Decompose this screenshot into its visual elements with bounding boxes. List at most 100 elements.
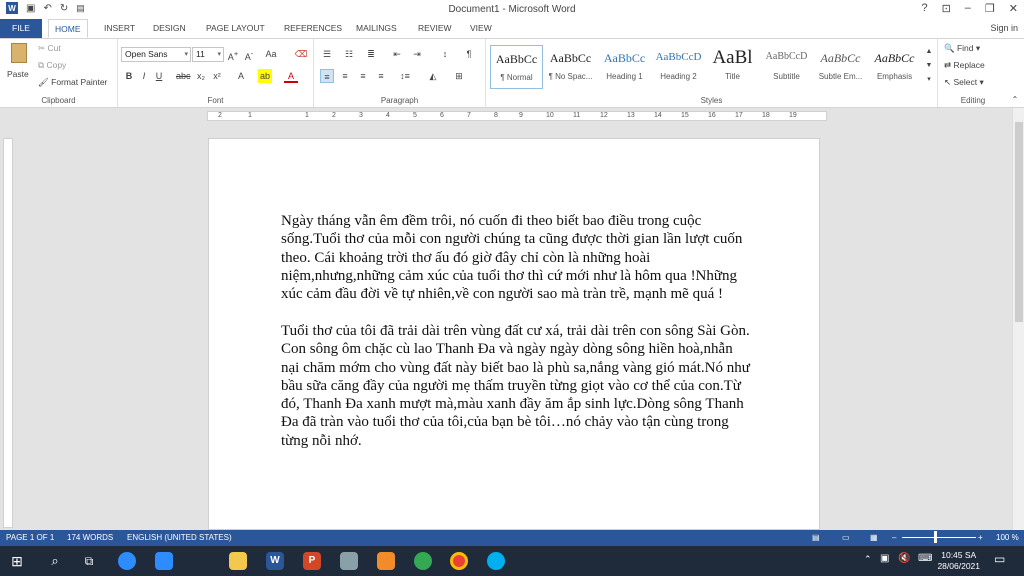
volume-muted-icon[interactable]: 🔇: [898, 553, 910, 564]
task-view-icon[interactable]: ⧉: [80, 552, 98, 570]
style-subtle-emphasis[interactable]: AaBbCc Subtle Em...: [814, 45, 867, 89]
font-name-select[interactable]: Open Sans ▾: [121, 47, 191, 62]
numbering-icon[interactable]: ☷: [342, 47, 356, 61]
ribbon-display-icon[interactable]: ⊡: [942, 2, 951, 15]
keyboard-icon[interactable]: ⌨: [918, 553, 932, 564]
collapse-ribbon-icon[interactable]: ⌃: [1008, 93, 1022, 107]
start-icon[interactable]: ⊞: [8, 552, 26, 570]
style-heading-1[interactable]: AaBbCc Heading 1: [598, 45, 651, 89]
paste-icon[interactable]: [6, 43, 32, 67]
chrome-icon[interactable]: [450, 552, 468, 570]
justify-icon[interactable]: ≡: [374, 69, 388, 83]
style-heading-2[interactable]: AaBbCcD Heading 2: [652, 45, 705, 89]
font-size-select[interactable]: 11 ▾: [192, 47, 224, 62]
sort-icon[interactable]: ↕: [438, 47, 452, 61]
minimize-button[interactable]: –: [965, 2, 971, 15]
tab-page-layout[interactable]: PAGE LAYOUT: [200, 19, 271, 38]
style-title[interactable]: AaBl Title: [706, 45, 759, 89]
zoom-app-icon[interactable]: [155, 552, 173, 570]
subscript-icon[interactable]: x₂: [194, 69, 208, 83]
word-taskbar-icon[interactable]: W: [266, 552, 284, 570]
styles-scroll-up-icon[interactable]: ▲: [922, 45, 936, 59]
web-layout-icon[interactable]: ▦: [870, 533, 878, 542]
zoom-out-icon[interactable]: –: [892, 533, 896, 542]
paint-icon[interactable]: [340, 552, 358, 570]
zoom-slider[interactable]: [902, 537, 976, 538]
close-button[interactable]: ✕: [1009, 2, 1018, 15]
search-icon[interactable]: ⌕: [46, 552, 64, 570]
notification-icon[interactable]: ▭: [994, 552, 1005, 566]
styles-scroll-down-icon[interactable]: ▼: [922, 59, 936, 73]
clock[interactable]: 10:45 SA 28/06/2021: [937, 550, 980, 572]
document-page[interactable]: Ngày tháng vẫn êm đềm trôi, nó cuốn đi t…: [208, 138, 820, 530]
zoom-slider-handle[interactable]: [934, 531, 937, 543]
tab-review[interactable]: REVIEW: [412, 19, 458, 38]
word-count[interactable]: 174 WORDS: [67, 533, 113, 542]
language-indicator[interactable]: ENGLISH (UNITED STATES): [127, 533, 232, 542]
superscript-icon[interactable]: x²: [210, 69, 224, 83]
restore-button[interactable]: ❐: [985, 2, 995, 15]
tab-design[interactable]: DESIGN: [147, 19, 192, 38]
tab-references[interactable]: REFERENCES: [278, 19, 348, 38]
paragraph-2[interactable]: Tuổi thơ của tôi đã trải dài trên vùng đ…: [281, 322, 751, 450]
powerpoint-icon[interactable]: P: [303, 552, 321, 570]
tab-view[interactable]: VIEW: [464, 19, 498, 38]
read-mode-icon[interactable]: ▤: [812, 533, 820, 542]
style-emphasis[interactable]: AaBbCc Emphasis: [868, 45, 921, 89]
highlight-icon[interactable]: ab: [258, 69, 272, 83]
style-normal[interactable]: AaBbCc ¶ Normal: [490, 45, 543, 89]
decrease-indent-icon[interactable]: ⇤: [390, 47, 404, 61]
clear-formatting-icon[interactable]: ⌫: [294, 47, 308, 61]
shrink-font-icon[interactable]: A-: [242, 47, 256, 62]
chevron-up-icon[interactable]: ⌃: [864, 554, 872, 565]
zoom-in-icon[interactable]: +: [978, 533, 983, 542]
vertical-scrollbar[interactable]: [1012, 108, 1024, 530]
multilevel-list-icon[interactable]: ≣: [364, 47, 378, 61]
style-subtitle[interactable]: AaBbCcD Subtitle: [760, 45, 813, 89]
print-layout-icon[interactable]: ▭: [842, 533, 850, 542]
shading-icon[interactable]: ◭: [426, 69, 440, 83]
grow-font-icon[interactable]: A+: [226, 47, 240, 62]
bold-icon[interactable]: B: [122, 69, 136, 83]
select-button[interactable]: ↖ Select ▾: [944, 77, 984, 88]
paragraph-1[interactable]: Ngày tháng vẫn êm đềm trôi, nó cuốn đi t…: [281, 212, 751, 303]
skype-icon[interactable]: [487, 552, 505, 570]
scrollbar-thumb[interactable]: [1015, 122, 1023, 322]
cut-button[interactable]: ✂ Cut: [38, 43, 61, 54]
zalo-icon[interactable]: [118, 552, 136, 570]
italic-icon[interactable]: I: [137, 69, 151, 83]
tab-home[interactable]: HOME: [48, 19, 88, 38]
tab-file[interactable]: FILE: [0, 19, 42, 38]
vertical-ruler[interactable]: [3, 138, 13, 528]
bullets-icon[interactable]: ☰: [320, 47, 334, 61]
increase-indent-icon[interactable]: ⇥: [410, 47, 424, 61]
align-center-icon[interactable]: ≡: [338, 69, 352, 83]
help-button[interactable]: ?: [921, 2, 927, 15]
text-effects-icon[interactable]: A: [234, 69, 248, 83]
find-button[interactable]: 🔍 Find ▾: [944, 43, 980, 54]
change-case-icon[interactable]: Aa: [264, 47, 278, 61]
file-explorer-icon[interactable]: [229, 552, 247, 570]
paste-button[interactable]: Paste: [7, 69, 29, 79]
replace-button[interactable]: ⇄ Replace: [944, 60, 985, 71]
underline-icon[interactable]: U: [152, 69, 166, 83]
line-spacing-icon[interactable]: ↕≡: [398, 69, 412, 83]
network-icon[interactable]: ▣: [880, 553, 889, 564]
app-icon[interactable]: [377, 552, 395, 570]
font-color-icon[interactable]: A: [284, 69, 298, 83]
copy-button[interactable]: ⧉ Copy: [38, 60, 66, 71]
show-formatting-icon[interactable]: ¶: [462, 47, 476, 61]
style-no-spacing[interactable]: AaBbCc ¶ No Spac...: [544, 45, 597, 89]
tab-mailings[interactable]: MAILINGS: [350, 19, 403, 38]
strikethrough-icon[interactable]: abc: [176, 69, 191, 83]
horizontal-ruler[interactable]: 2 1 1 2 3 4 5 6 7 8 9 10 11 12 13 14 15 …: [207, 111, 827, 121]
tab-insert[interactable]: INSERT: [98, 19, 141, 38]
align-right-icon[interactable]: ≡: [356, 69, 370, 83]
zoom-level[interactable]: 100 %: [996, 533, 1019, 542]
chrome-alt-icon[interactable]: [414, 552, 432, 570]
sign-in-link[interactable]: Sign in: [990, 23, 1018, 33]
align-left-icon[interactable]: ≡: [320, 69, 334, 83]
styles-more-icon[interactable]: ▾: [922, 73, 936, 87]
format-painter-button[interactable]: 🖌 Format Painter: [38, 77, 107, 88]
page-count[interactable]: PAGE 1 OF 1: [6, 533, 54, 542]
